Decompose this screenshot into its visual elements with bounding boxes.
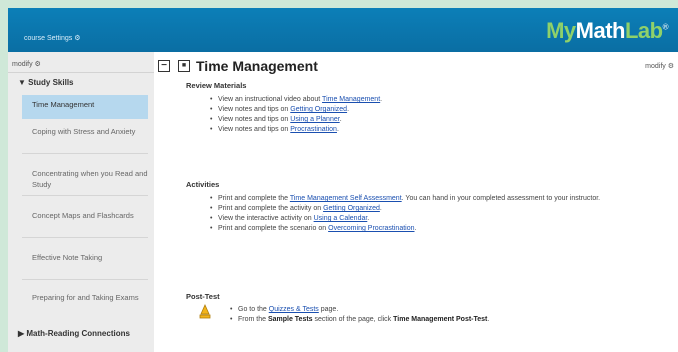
link-procrastination[interactable]: Procrastination bbox=[290, 126, 337, 133]
list-item: Print and complete the activity on Getti… bbox=[210, 204, 630, 214]
section-heading-post-test: Post-Test bbox=[186, 292, 220, 301]
link-overcoming-procrastination[interactable]: Overcoming Procrastination bbox=[328, 225, 414, 232]
sidebar-item-concentrating[interactable]: Concentrating when you Read and Study bbox=[22, 164, 148, 196]
list-item: From the Sample Tests section of the pag… bbox=[230, 315, 660, 325]
list-item: Print and complete the scenario on Overc… bbox=[210, 224, 630, 234]
list-item: Print and complete the Time Management S… bbox=[210, 194, 630, 204]
list-item: View notes and tips on Procrastination. bbox=[210, 125, 382, 135]
list-item: View the interactive activity on Using a… bbox=[210, 214, 630, 224]
section-heading-review: Review Materials bbox=[186, 81, 247, 90]
list-item: View notes and tips on Getting Organized… bbox=[210, 105, 382, 115]
page-title: Time Management bbox=[196, 58, 318, 74]
pencil-icon bbox=[198, 304, 212, 325]
sidebar-item-coping-with-stress[interactable]: Coping with Stress and Anxiety bbox=[22, 122, 148, 154]
divider bbox=[8, 72, 154, 73]
link-getting-organized[interactable]: Getting Organized bbox=[290, 106, 347, 113]
window: course Settings ⚙ MyMathLab® modify ⚙ ▼ … bbox=[8, 8, 678, 352]
post-test-list: Go to the Quizzes & Tests page. From the… bbox=[230, 305, 660, 325]
module-icon: ■ bbox=[178, 60, 190, 72]
sidebar-item-label: Effective Note Taking bbox=[32, 253, 103, 262]
sidebar-item-exams[interactable]: Preparing for and Taking Exams bbox=[22, 288, 148, 320]
top-banner: course Settings ⚙ MyMathLab® bbox=[8, 8, 678, 52]
sidebar-item-time-management[interactable]: Time Management bbox=[22, 95, 148, 119]
sidebar-item-note-taking[interactable]: Effective Note Taking bbox=[22, 248, 148, 280]
mymathlab-logo: MyMathLab® bbox=[546, 18, 668, 43]
sidebar-item-label: Preparing for and Taking Exams bbox=[32, 293, 139, 302]
link-using-a-calendar[interactable]: Using a Calendar bbox=[314, 215, 368, 222]
sidebar: modify ⚙ ▼ Study Skills Time Management … bbox=[8, 52, 154, 352]
link-quizzes-tests[interactable]: Quizzes & Tests bbox=[269, 306, 319, 313]
link-using-a-planner[interactable]: Using a Planner bbox=[290, 116, 339, 123]
list-item: View an instructional video about Time M… bbox=[210, 95, 382, 105]
content-modify-link[interactable]: modify ⚙ bbox=[645, 62, 674, 70]
main-content: − ■ Time Management modify ⚙ Review Mate… bbox=[154, 52, 678, 352]
sidebar-item-label: Time Management bbox=[32, 100, 95, 109]
collapse-icon[interactable]: − bbox=[158, 60, 170, 72]
link-getting-organized-activity[interactable]: Getting Organized bbox=[323, 205, 380, 212]
sidebar-section-study-skills[interactable]: ▼ Study Skills bbox=[18, 78, 74, 87]
link-self-assessment[interactable]: Time Management Self Assessment bbox=[290, 195, 402, 202]
course-settings-link[interactable]: course Settings ⚙ bbox=[24, 34, 80, 42]
sidebar-item-concept-maps[interactable]: Concept Maps and Flashcards bbox=[22, 206, 148, 238]
sidebar-section-math-reading[interactable]: ▶ Math-Reading Connections bbox=[18, 328, 148, 339]
sidebar-item-label: Concentrating when you Read and Study bbox=[32, 169, 148, 189]
activities-list: Print and complete the Time Management S… bbox=[210, 194, 630, 234]
link-time-management[interactable]: Time Management bbox=[322, 96, 380, 103]
list-item: View notes and tips on Using a Planner. bbox=[210, 115, 382, 125]
sidebar-item-label: Coping with Stress and Anxiety bbox=[32, 127, 136, 136]
sidebar-modify-link[interactable]: modify ⚙ bbox=[12, 60, 41, 68]
list-item: Go to the Quizzes & Tests page. bbox=[230, 305, 660, 315]
sidebar-item-label: Concept Maps and Flashcards bbox=[32, 211, 134, 220]
review-list: View an instructional video about Time M… bbox=[210, 95, 382, 135]
section-heading-activities: Activities bbox=[186, 180, 220, 189]
